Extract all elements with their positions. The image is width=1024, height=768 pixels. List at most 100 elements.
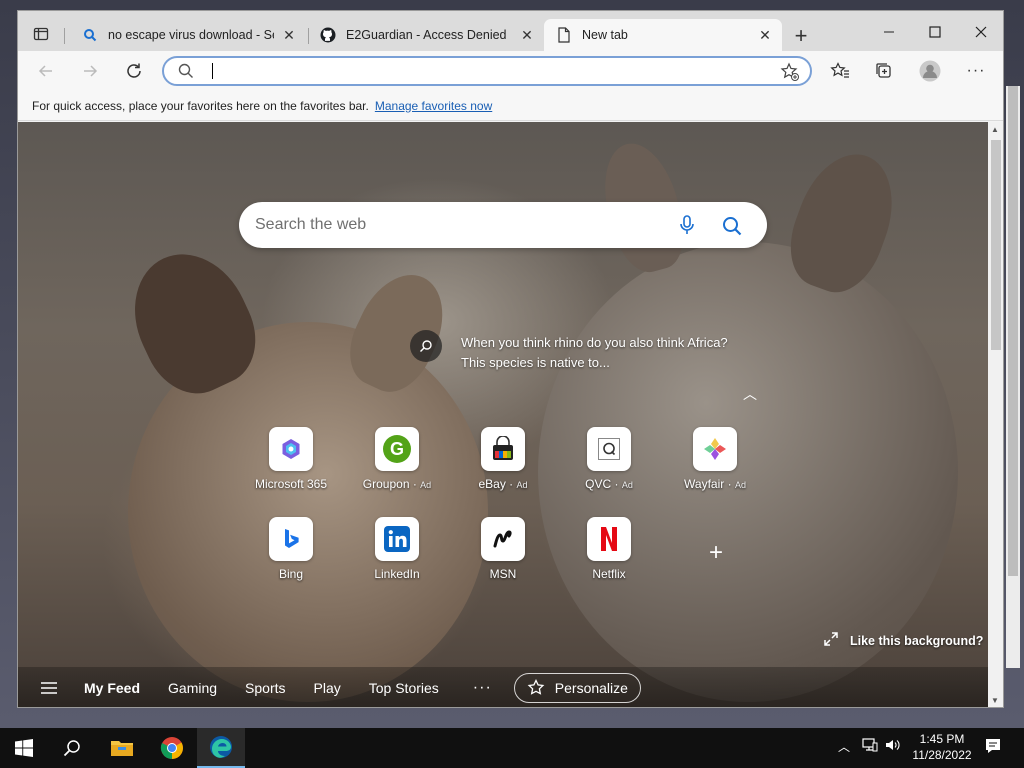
- page-icon: [556, 27, 572, 43]
- plus-icon: +: [794, 23, 808, 48]
- quick-link-ebay[interactable]: eBay · Ad: [453, 427, 553, 507]
- notifications-button[interactable]: [984, 737, 1002, 758]
- web-search-box[interactable]: Search the web: [239, 202, 767, 248]
- quick-link-linkedin[interactable]: LinkedIn: [347, 517, 447, 597]
- tile-label: Bing: [278, 567, 304, 581]
- favorites-icon: [830, 62, 849, 78]
- favorites-hint: For quick access, place your favorites h…: [32, 98, 369, 113]
- new-tab-page: Search the web When you think rhino do y…: [18, 122, 988, 707]
- like-background-button[interactable]: Like this background?: [824, 632, 983, 649]
- new-tab-button[interactable]: +: [788, 23, 814, 49]
- like-background-label: Like this background?: [850, 633, 984, 648]
- tab-new-tab[interactable]: New tab ✕: [544, 19, 782, 51]
- search-icon: [420, 340, 432, 352]
- tab-e2guardian[interactable]: E2Guardian - Access Denied ✕: [308, 19, 544, 51]
- image-info-button[interactable]: [410, 330, 442, 362]
- quick-link-qvc[interactable]: QVC · Ad: [559, 427, 659, 507]
- maximize-button[interactable]: [912, 17, 958, 47]
- profile-button[interactable]: [914, 56, 946, 86]
- groupon-icon: G: [375, 427, 419, 471]
- settings-menu-button[interactable]: ···: [960, 56, 992, 86]
- quick-link-bing[interactable]: Bing: [241, 517, 341, 597]
- taskbar: ︿ 1:45 PM 11/28/2022: [0, 728, 1024, 768]
- network-icon[interactable]: [862, 738, 878, 755]
- search-icon: [178, 63, 194, 82]
- voice-search-button[interactable]: [675, 213, 699, 237]
- tab-actions-button[interactable]: [24, 19, 58, 49]
- clock-time: 1:45 PM: [919, 732, 965, 746]
- edge-icon: [210, 736, 232, 758]
- browser-window: no escape virus download - Sear ✕ E2Guar…: [17, 10, 1004, 708]
- feed-tab-my-feed[interactable]: My Feed: [84, 680, 140, 696]
- favorites-bar: For quick access, place your favorites h…: [18, 91, 1003, 121]
- quick-link-microsoft-365[interactable]: Microsoft 365: [241, 427, 341, 507]
- quick-link-msn[interactable]: MSN: [453, 517, 553, 597]
- quick-link-groupon[interactable]: G Groupon · Ad: [347, 427, 447, 507]
- tab-close-button[interactable]: ✕: [756, 26, 774, 44]
- search-icon: [82, 27, 98, 43]
- tab-search[interactable]: no escape virus download - Sear ✕: [70, 19, 306, 51]
- back-button[interactable]: [30, 56, 62, 86]
- scroll-up-arrow-icon[interactable]: ▲: [991, 125, 999, 134]
- svg-text:G: G: [390, 439, 404, 459]
- feed-tab-top-stories[interactable]: Top Stories: [369, 680, 439, 696]
- forward-button[interactable]: [74, 56, 106, 86]
- microphone-icon: [680, 215, 694, 234]
- start-button[interactable]: [0, 728, 48, 768]
- show-hidden-icons-button[interactable]: ︿: [838, 738, 850, 755]
- star-plus-icon: [780, 62, 799, 81]
- feed-tab-sports[interactable]: Sports: [245, 680, 285, 696]
- add-favorite-button[interactable]: [780, 62, 800, 85]
- tile-label: MSN: [489, 567, 517, 581]
- add-quick-link-button[interactable]: +: [701, 538, 731, 568]
- refresh-button[interactable]: [118, 56, 150, 86]
- manage-favorites-link[interactable]: Manage favorites now: [375, 99, 492, 113]
- tab-close-button[interactable]: ✕: [280, 26, 298, 44]
- page-scrollbar[interactable]: ▲ ▼: [988, 122, 1003, 707]
- tab-close-button[interactable]: ✕: [518, 26, 536, 44]
- quick-link-wayfair[interactable]: Wayfair · Ad: [665, 427, 765, 507]
- feed-navigation: My Feed Gaming Sports Play Top Stories ·…: [18, 667, 988, 707]
- tab-title: E2Guardian - Access Denied: [346, 28, 507, 42]
- personalize-button[interactable]: Personalize: [513, 673, 641, 703]
- tile-label: Wayfair: [684, 477, 725, 491]
- notification-icon: [986, 739, 1000, 753]
- tile-label: LinkedIn: [374, 567, 420, 581]
- address-bar[interactable]: [162, 56, 812, 86]
- avatar-icon: [919, 60, 941, 82]
- feed-tab-gaming[interactable]: Gaming: [168, 680, 217, 696]
- minimize-button[interactable]: [866, 17, 912, 47]
- scroll-down-arrow-icon[interactable]: ▼: [991, 696, 999, 705]
- folder-icon: [111, 741, 133, 756]
- feed-tab-play[interactable]: Play: [314, 680, 341, 696]
- collapse-tiles-button[interactable]: ︿: [740, 384, 760, 402]
- maximize-icon: [929, 26, 941, 38]
- taskbar-clock[interactable]: 1:45 PM 11/28/2022: [910, 731, 974, 763]
- taskbar-chrome[interactable]: [148, 728, 196, 768]
- ad-badge: Ad: [734, 480, 746, 490]
- windows-icon: [15, 739, 33, 757]
- address-input[interactable]: [208, 61, 768, 81]
- ebay-icon: [481, 427, 525, 471]
- github-icon: [320, 27, 336, 43]
- expand-icon: [824, 632, 838, 649]
- toolbar: ···: [18, 51, 1003, 91]
- taskbar-edge[interactable]: [197, 728, 245, 768]
- tab-title: New tab: [582, 28, 628, 42]
- scrollbar-thumb[interactable]: [991, 140, 1001, 350]
- search-button[interactable]: [719, 213, 745, 239]
- taskbar-search-button[interactable]: [48, 728, 96, 768]
- volume-icon[interactable]: [885, 738, 901, 755]
- search-placeholder: Search the web: [255, 216, 367, 233]
- quick-link-netflix[interactable]: Netflix: [559, 517, 659, 597]
- collections-button[interactable]: [868, 56, 900, 86]
- netflix-icon: [587, 517, 631, 561]
- taskbar-file-explorer[interactable]: [98, 728, 146, 768]
- close-icon: ✕: [759, 26, 771, 43]
- image-fact-text[interactable]: When you think rhino do you also think A…: [461, 333, 731, 373]
- wayfair-icon: [693, 427, 737, 471]
- feed-more-button[interactable]: ···: [473, 679, 492, 697]
- favorites-button[interactable]: [824, 56, 856, 86]
- feed-menu-button[interactable]: [38, 677, 60, 699]
- close-window-button[interactable]: [958, 17, 1003, 47]
